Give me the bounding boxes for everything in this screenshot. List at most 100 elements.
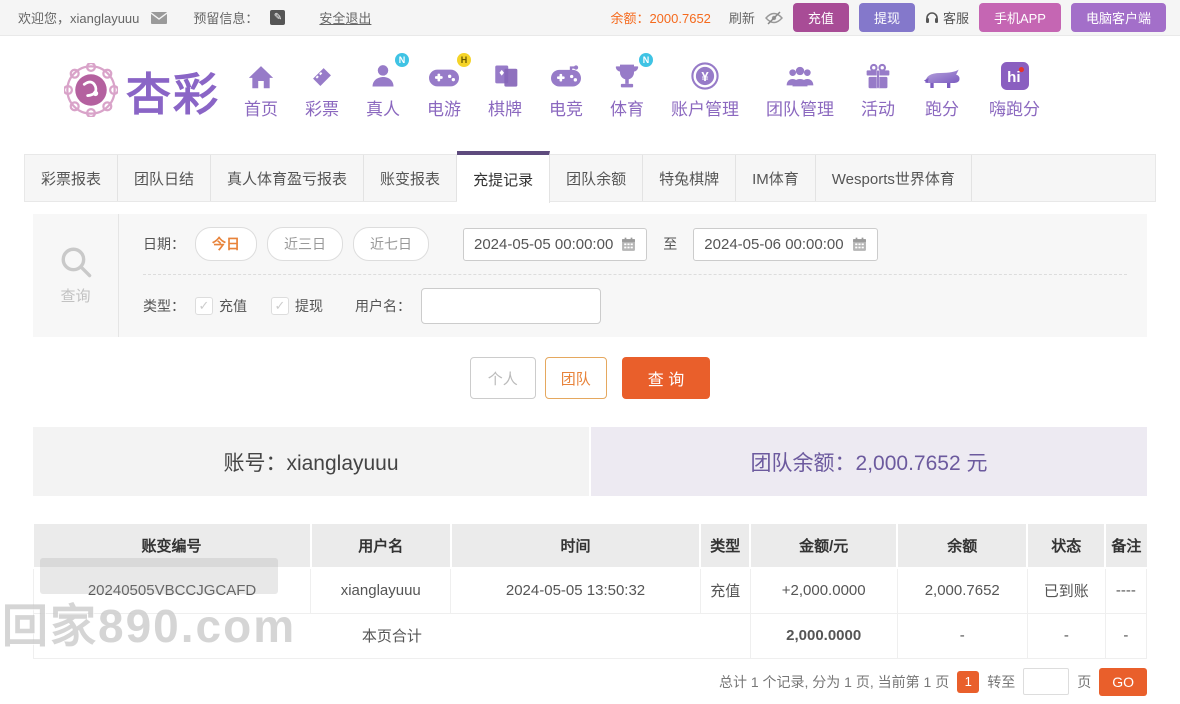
summary-status: -	[1026, 612, 1106, 659]
nav-item-cards[interactable]: 棋牌	[488, 60, 522, 120]
date-to-input[interactable]: 2024-05-06 00:00:00	[693, 227, 878, 261]
rhino-icon	[922, 60, 962, 90]
col-remark: 备注	[1104, 524, 1147, 568]
site-logo[interactable]: 杏彩	[64, 58, 220, 123]
withdraw-checkbox-label: 提现	[295, 298, 323, 314]
home-icon	[247, 60, 275, 90]
team-balance: 团队余额：2,000.7652 元	[591, 427, 1147, 496]
deposit-checkbox[interactable]: ✓	[195, 297, 213, 315]
gamepad-icon: H	[429, 53, 472, 90]
preset-7days-button[interactable]: 近七日	[353, 227, 429, 261]
team-people-icon	[785, 60, 815, 90]
withdraw-button[interactable]: 提现	[858, 3, 915, 32]
action-buttons: 个人 团队 查 询	[0, 357, 1180, 399]
tab-team-balance[interactable]: 团队余额	[550, 155, 644, 201]
svg-text:¥: ¥	[701, 69, 709, 84]
username-label: 用户名：	[355, 298, 411, 314]
query-section: 查询	[33, 214, 119, 337]
top-bar: 欢迎您，xianglayuuu 预留信息： ✎ 安全退出 余额：2000.765…	[0, 0, 1180, 36]
hi-icon: hi	[1000, 60, 1029, 90]
status-badge: 已到账	[1026, 567, 1106, 614]
summary-label: 本页合计	[33, 612, 751, 659]
tab-live-sports-pl[interactable]: 真人体育盈亏报表	[211, 155, 365, 201]
nav-item-home[interactable]: 首页	[244, 60, 278, 120]
withdraw-checkbox[interactable]: ✓	[271, 297, 289, 315]
pc-client-button[interactable]: 电脑客户端	[1070, 3, 1166, 32]
playing-cards-icon	[492, 60, 518, 90]
calendar-icon	[621, 237, 636, 252]
cell-balance: 2,000.7652	[896, 567, 1028, 614]
welcome-text: 欢迎您，xianglayuuu	[18, 11, 140, 26]
col-type: 类型	[699, 524, 751, 568]
nav-item-slots[interactable]: H 电游	[427, 53, 472, 120]
logo-text: 杏彩	[126, 68, 221, 120]
cell-username: xianglayuuu	[310, 567, 452, 614]
tab-tetu-cards[interactable]: 特兔棋牌	[643, 155, 737, 201]
nav-item-sports[interactable]: N 体育	[610, 53, 654, 120]
col-change-id: 账变编号	[33, 524, 311, 568]
cell-remark: ----	[1104, 567, 1148, 614]
col-username: 用户名	[309, 524, 451, 568]
svg-text:hi: hi	[1007, 69, 1020, 86]
account-summary-bar: 账号：xianglayuuu 团队余额：2,000.7652 元	[33, 427, 1147, 496]
summary-remark: -	[1104, 612, 1148, 659]
mobile-app-button[interactable]: 手机APP	[978, 3, 1061, 32]
tab-lottery-report[interactable]: 彩票报表	[25, 155, 119, 201]
col-time: 时间	[449, 524, 701, 568]
new-badge: N	[395, 53, 410, 67]
tab-wesports[interactable]: Wesports世界体育	[816, 155, 972, 201]
report-tabs: 彩票报表 团队日结 真人体育盈亏报表 账变报表 充提记录 团队余额 特兔棋牌 I…	[24, 151, 1156, 203]
team-button[interactable]: 团队	[544, 357, 607, 399]
nav-item-esports[interactable]: 电竞	[549, 60, 583, 120]
pagination-summary: 总计 1 个记录, 分为 1 页, 当前第 1 页	[718, 673, 950, 690]
nav-item-live[interactable]: N 真人	[366, 53, 410, 120]
nav-item-account[interactable]: ¥ 账户管理	[671, 60, 739, 120]
reserved-info-label: 预留信息：	[193, 11, 259, 26]
date-from-input[interactable]: 2024-05-05 00:00:00	[463, 227, 648, 261]
pagination: 总计 1 个记录, 分为 1 页, 当前第 1 页 1 转至 页 GO	[33, 667, 1147, 696]
eye-off-icon[interactable]	[764, 10, 783, 25]
refresh-link[interactable]: 刷新	[729, 8, 755, 27]
preset-3days-button[interactable]: 近三日	[267, 227, 343, 261]
goto-page-input[interactable]	[1023, 668, 1070, 695]
nav-item-team[interactable]: 团队管理	[766, 60, 834, 120]
hot-badge: H	[457, 53, 472, 67]
col-amount: 金额/元	[749, 524, 898, 568]
logo-flower-icon	[64, 63, 118, 117]
username-input[interactable]	[421, 288, 601, 324]
message-icon[interactable]	[151, 11, 168, 24]
search-button[interactable]: 查 询	[621, 357, 711, 399]
new-badge: N	[639, 53, 654, 67]
deposit-checkbox-label: 充值	[219, 298, 247, 314]
tab-im-sports[interactable]: IM体育	[736, 155, 816, 201]
page-unit-label: 页	[1077, 673, 1092, 690]
nav-item-paofen[interactable]: 跑分	[922, 60, 962, 120]
summary-row: 本页合计 2,000.0000 - - -	[33, 612, 1148, 659]
personal-button[interactable]: 个人	[469, 357, 536, 399]
cell-amount: +2,000.0000	[749, 567, 898, 614]
balance-text: 余额：2000.7652	[610, 11, 711, 26]
date-range-to-label: 至	[663, 236, 678, 252]
tab-team-daily[interactable]: 团队日结	[118, 155, 212, 201]
tab-account-changes[interactable]: 账变报表	[364, 155, 458, 201]
deposit-button[interactable]: 充值	[792, 3, 849, 32]
customer-service-link[interactable]: 客服	[925, 8, 969, 27]
trophy-icon: N	[613, 53, 654, 90]
nav-item-lottery[interactable]: 彩票	[305, 60, 339, 120]
main-nav: 首页 彩票 N 真人 H 电游 棋牌 电竞 N 体育 ¥ 账户管理 团队管理 活…	[244, 53, 1040, 120]
edit-icon[interactable]: ✎	[270, 10, 286, 25]
preset-today-button[interactable]: 今日	[195, 227, 257, 261]
calendar-icon	[852, 237, 867, 252]
nav-item-promo[interactable]: 活动	[861, 60, 895, 120]
tab-deposit-withdraw-records[interactable]: 充提记录	[457, 151, 551, 203]
query-filter-panel: 查询 日期： 今日 近三日 近七日 2024-05-05 00:00:00 至 …	[33, 214, 1147, 337]
nav-item-hi-paofen[interactable]: hi 嗨跑分	[989, 60, 1040, 120]
logout-link[interactable]: 安全退出	[319, 8, 371, 27]
page-number-button[interactable]: 1	[957, 670, 980, 693]
esports-gamepad-icon	[551, 60, 582, 90]
table-row: 20240505VBCCJGCAFD xianglayuuu 2024-05-0…	[32, 567, 1148, 614]
gift-icon	[865, 60, 891, 90]
headset-icon	[925, 11, 939, 24]
account-name: 账号：xianglayuuu	[33, 427, 589, 496]
go-button[interactable]: GO	[1099, 667, 1147, 696]
